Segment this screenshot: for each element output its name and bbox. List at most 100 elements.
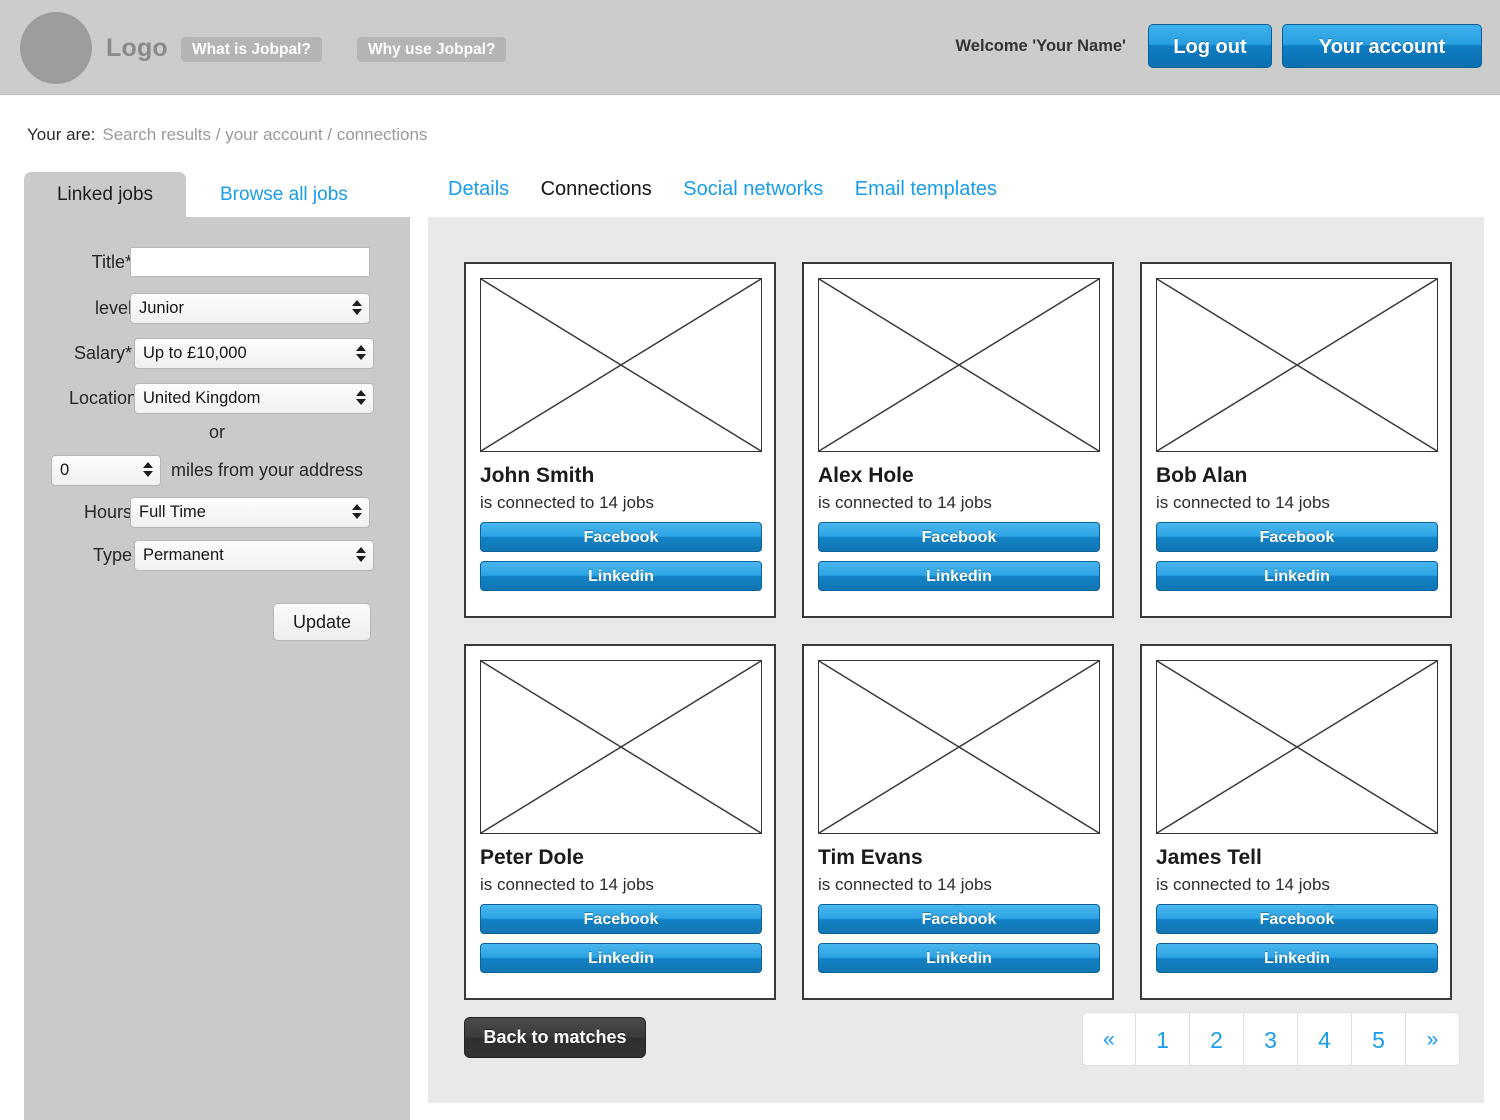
location-label: Location	[68, 388, 137, 408]
tab-details[interactable]: Details	[448, 178, 509, 201]
field-row-title: Title*	[24, 247, 410, 277]
welcome-text: Welcome 'Your Name'	[955, 37, 1126, 55]
connection-card[interactable]: John Smith is connected to 14 jobs Faceb…	[464, 262, 776, 618]
location-select-value: United Kingdom	[143, 389, 261, 407]
linkedin-button[interactable]: Linkedin	[480, 943, 762, 973]
title-label: Title*	[91, 252, 132, 272]
tab-social-networks[interactable]: Social networks	[683, 178, 823, 201]
tab-connections[interactable]: Connections	[541, 178, 652, 201]
salary-label: Salary*	[73, 343, 132, 363]
connection-name: Bob Alan	[1156, 464, 1248, 487]
update-button[interactable]: Update	[273, 603, 371, 641]
connections-panel: John Smith is connected to 14 jobs Faceb…	[428, 217, 1484, 1103]
avatar-placeholder-icon	[480, 660, 762, 834]
miles-helper-text: miles from your address	[171, 460, 364, 480]
back-to-matches-button[interactable]: Back to matches	[464, 1017, 646, 1058]
nav-what-is-jobpal[interactable]: What is Jobpal?	[181, 37, 322, 62]
tab-email-templates[interactable]: Email templates	[855, 178, 997, 201]
hours-select[interactable]: Full Time	[130, 497, 370, 528]
pagination-page-2[interactable]: 2	[1190, 1012, 1244, 1066]
pagination-page-4[interactable]: 4	[1298, 1012, 1352, 1066]
field-row-hours: Hours Full Time	[24, 497, 410, 528]
connection-name: Peter Dole	[480, 846, 584, 869]
tab-browse-all-jobs[interactable]: Browse all jobs	[220, 172, 348, 217]
pagination-next[interactable]: »	[1406, 1012, 1460, 1066]
connection-subtitle: is connected to 14 jobs	[1156, 493, 1330, 512]
salary-select[interactable]: Up to £10,000	[134, 338, 374, 369]
facebook-button[interactable]: Facebook	[480, 904, 762, 934]
tab-linked-jobs[interactable]: Linked jobs	[24, 172, 186, 217]
avatar-placeholder-icon	[1156, 278, 1438, 452]
facebook-button[interactable]: Facebook	[1156, 522, 1438, 552]
linkedin-button[interactable]: Linkedin	[480, 561, 762, 591]
type-select[interactable]: Permanent	[134, 540, 374, 571]
field-row-miles: 0 miles from your address	[24, 455, 410, 487]
pagination-prev[interactable]: «	[1082, 1012, 1136, 1066]
connection-name: John Smith	[480, 464, 595, 487]
pagination-page-3[interactable]: 3	[1244, 1012, 1298, 1066]
connection-subtitle: is connected to 14 jobs	[1156, 875, 1330, 894]
chevron-updown-icon	[143, 461, 153, 480]
breadcrumb-label: Your are:	[27, 125, 96, 144]
pagination: « 1 2 3 4 5 »	[1082, 1012, 1460, 1066]
linkedin-button[interactable]: Linkedin	[818, 943, 1100, 973]
connection-card[interactable]: Peter Dole is connected to 14 jobs Faceb…	[464, 644, 776, 1000]
connection-subtitle: is connected to 14 jobs	[818, 875, 992, 894]
your-account-button[interactable]: Your account	[1282, 24, 1482, 68]
breadcrumb-path[interactable]: Search results / your account / connecti…	[102, 125, 427, 144]
hours-label: Hours	[83, 502, 132, 522]
connection-card[interactable]: Bob Alan is connected to 14 jobs Faceboo…	[1140, 262, 1452, 618]
avatar-placeholder-icon	[1156, 660, 1438, 834]
facebook-button[interactable]: Facebook	[1156, 904, 1438, 934]
breadcrumb: Your are: Search results / your account /…	[27, 125, 427, 145]
chevron-updown-icon	[352, 503, 362, 522]
linkedin-button[interactable]: Linkedin	[818, 561, 1100, 591]
chevron-updown-icon	[352, 299, 362, 318]
nav-why-use-jobpal[interactable]: Why use Jobpal?	[357, 37, 507, 62]
level-label: level	[94, 298, 132, 318]
connection-subtitle: is connected to 14 jobs	[480, 493, 654, 512]
title-input[interactable]	[130, 247, 370, 277]
connection-name: Tim Evans	[818, 846, 923, 869]
pagination-page-1[interactable]: 1	[1136, 1012, 1190, 1066]
field-row-salary: Salary* Up to £10,000	[24, 338, 410, 369]
logout-button[interactable]: Log out	[1148, 24, 1272, 68]
chevron-updown-icon	[356, 546, 366, 565]
connection-card[interactable]: James Tell is connected to 14 jobs Faceb…	[1140, 644, 1452, 1000]
location-select[interactable]: United Kingdom	[134, 383, 374, 414]
type-label: Type	[92, 545, 132, 565]
type-select-value: Permanent	[143, 546, 224, 564]
miles-select[interactable]: 0	[51, 455, 161, 486]
pagination-page-5[interactable]: 5	[1352, 1012, 1406, 1066]
avatar-placeholder-icon	[480, 278, 762, 452]
level-select-value: Junior	[139, 299, 184, 317]
linkedin-button[interactable]: Linkedin	[1156, 943, 1438, 973]
connection-name: James Tell	[1156, 846, 1262, 869]
avatar-placeholder-icon	[818, 660, 1100, 834]
connection-card[interactable]: Tim Evans is connected to 14 jobs Facebo…	[802, 644, 1114, 1000]
avatar-placeholder-icon	[818, 278, 1100, 452]
salary-select-value: Up to £10,000	[143, 344, 247, 362]
facebook-button[interactable]: Facebook	[818, 522, 1100, 552]
hours-select-value: Full Time	[139, 503, 206, 521]
or-separator-label: or	[208, 422, 225, 442]
linkedin-button[interactable]: Linkedin	[1156, 561, 1438, 591]
chevron-updown-icon	[356, 344, 366, 363]
job-filter-sidebar: Title* level Junior Salary* Up to £10,00…	[24, 217, 410, 1120]
logo-text: Logo	[106, 34, 168, 62]
account-tabs: Details Connections Social networks Emai…	[448, 178, 1024, 214]
chevron-updown-icon	[356, 389, 366, 408]
facebook-button[interactable]: Facebook	[480, 522, 762, 552]
field-row-level: level Junior	[24, 293, 410, 324]
field-row-location: Location United Kingdom	[24, 383, 410, 414]
connection-subtitle: is connected to 14 jobs	[818, 493, 992, 512]
field-row-type: Type Permanent	[24, 540, 410, 571]
connection-subtitle: is connected to 14 jobs	[480, 875, 654, 894]
connection-name: Alex Hole	[818, 464, 914, 487]
site-header: Logo What is Jobpal? Why use Jobpal? Wel…	[0, 0, 1500, 95]
level-select[interactable]: Junior	[130, 293, 370, 324]
connection-card[interactable]: Alex Hole is connected to 14 jobs Facebo…	[802, 262, 1114, 618]
logo-avatar-icon	[20, 12, 92, 84]
miles-select-value: 0	[60, 461, 70, 479]
facebook-button[interactable]: Facebook	[818, 904, 1100, 934]
